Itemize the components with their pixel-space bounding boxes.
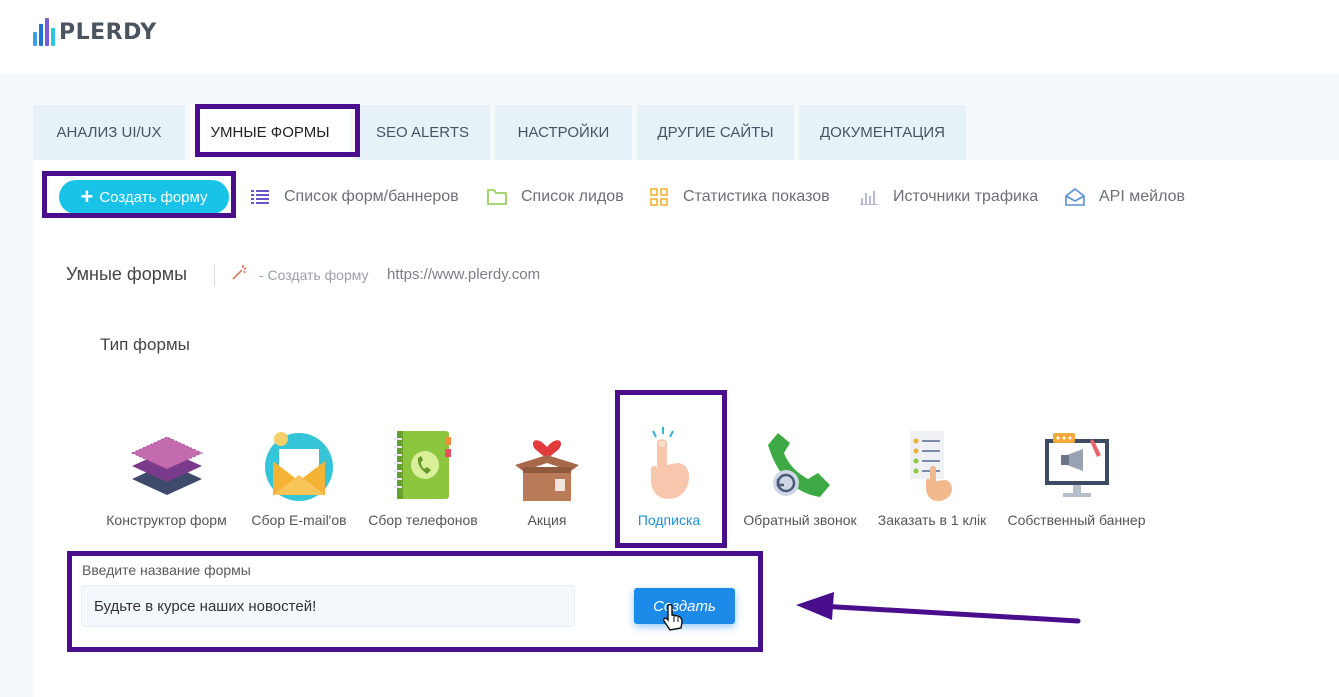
- main-tabs: АНАЛИЗ UI/UX УМНЫЕ ФОРМЫ SEO ALERTS НАСТ…: [33, 105, 966, 160]
- grid-icon: [649, 188, 669, 206]
- form-name-input[interactable]: [81, 585, 575, 627]
- form-type-label: Собственный баннер: [1007, 512, 1146, 528]
- banner-icon: [1044, 433, 1109, 497]
- tab-documentation[interactable]: ДОКУМЕНТАЦИЯ: [799, 105, 966, 160]
- envelope-open-icon: [265, 432, 333, 501]
- logo-bars-icon: [33, 18, 55, 46]
- form-type-subscription[interactable]: Подписка: [629, 425, 709, 528]
- tab-other-sites[interactable]: ДРУГИЕ САЙТЫ: [637, 105, 794, 160]
- traffic-sources-link[interactable]: Источники трафика: [859, 186, 1038, 208]
- magic-wand-icon: [231, 263, 249, 285]
- tab-seo-alerts[interactable]: SEO ALERTS: [355, 105, 490, 160]
- create-form-button[interactable]: + Создать форму: [59, 180, 229, 214]
- create-form-label: Создать форму: [99, 188, 208, 206]
- plerdy-logo[interactable]: PLERDY: [33, 18, 157, 46]
- folder-icon: [487, 188, 507, 206]
- top-bar: PLERDY: [0, 0, 1339, 74]
- create-submit-button[interactable]: Создать: [634, 588, 735, 624]
- form-type-label: Заказать в 1 клік: [877, 512, 987, 528]
- breadcrumb-action: - Создать форму: [259, 267, 369, 283]
- list-icon: [250, 188, 270, 206]
- plus-icon: +: [80, 184, 94, 209]
- forms-list-label: Список форм/баннеров: [284, 188, 459, 205]
- form-type-label: Акция: [527, 512, 567, 528]
- phone-callback-icon: [768, 433, 830, 497]
- form-type-label: Конструктор форм: [106, 512, 227, 528]
- page-title: Умные формы: [66, 264, 188, 284]
- form-type-callback[interactable]: Обратный звонок: [738, 425, 862, 528]
- breadcrumb-divider: [214, 264, 215, 286]
- tab-analysis-ui-ux[interactable]: АНАЛИЗ UI/UX: [33, 105, 185, 160]
- form-name-label: Введите название формы: [82, 562, 251, 578]
- traffic-sources-label: Источники трафика: [893, 188, 1039, 205]
- forms-list-link[interactable]: Список форм/баннеров: [250, 186, 459, 208]
- site-url[interactable]: https://www.plerdy.com: [387, 266, 540, 283]
- click-list-icon: [910, 431, 952, 501]
- api-mails-label: API мейлов: [1099, 188, 1185, 205]
- form-type-label: Сбор E-mail'ов: [251, 512, 347, 528]
- tab-smart-forms[interactable]: УМНЫЕ ФОРМЫ: [190, 105, 350, 160]
- form-type-label: Подписка: [637, 512, 701, 528]
- form-type-constructor[interactable]: Конструктор форм: [103, 425, 230, 528]
- form-type-phone-collect[interactable]: Сбор телефонов: [366, 425, 480, 528]
- leads-list-link[interactable]: Список лидов: [487, 186, 624, 208]
- logo-text: PLERDY: [59, 20, 157, 45]
- phonebook-icon: [394, 431, 451, 499]
- bar-chart-icon: [859, 188, 879, 206]
- form-type-custom-banner[interactable]: Собственный баннер: [1003, 425, 1150, 528]
- form-type-label: Сбор телефонов: [368, 512, 478, 528]
- hand-cursor-icon: [663, 604, 683, 631]
- leads-list-label: Список лидов: [521, 188, 624, 205]
- tap-finger-icon: [651, 427, 689, 499]
- pointer-arrow-icon: [796, 592, 1081, 624]
- impression-stats-label: Статистика показов: [683, 188, 830, 205]
- layers-icon: [130, 436, 203, 495]
- form-type-email-collect[interactable]: Сбор E-mail'ов: [249, 425, 349, 528]
- envelope-icon: [1065, 188, 1085, 206]
- gift-box-icon: [515, 440, 579, 501]
- form-type-one-click-order[interactable]: Заказать в 1 клік: [875, 425, 989, 528]
- form-type-label: Обратный звонок: [743, 512, 857, 528]
- tab-settings[interactable]: НАСТРОЙКИ: [495, 105, 632, 160]
- api-mails-link[interactable]: API мейлов: [1065, 186, 1185, 208]
- form-type-promo[interactable]: Акция: [507, 425, 587, 528]
- form-type-heading: Тип формы: [100, 335, 190, 354]
- impression-stats-link[interactable]: Статистика показов: [649, 186, 830, 208]
